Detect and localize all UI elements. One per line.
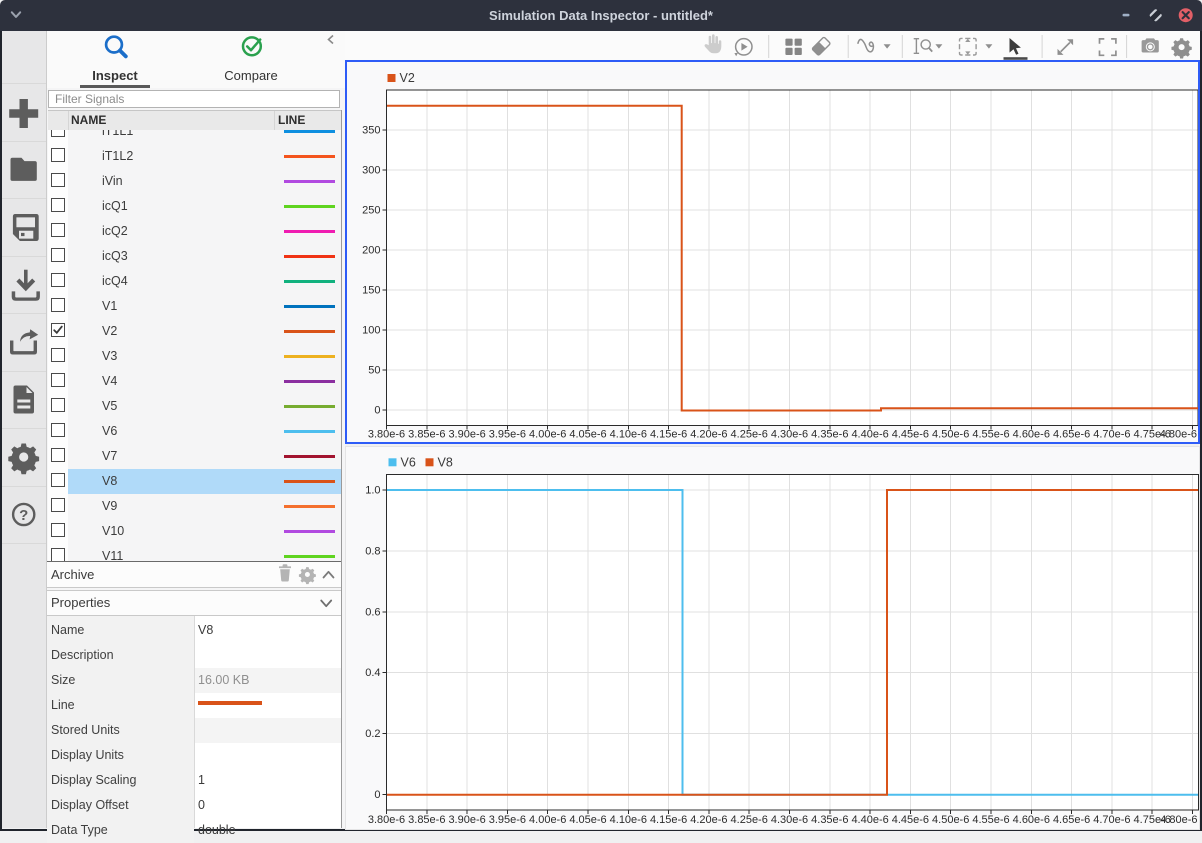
svg-text:4.05e-6: 4.05e-6 (569, 429, 606, 441)
svg-text:3.90e-6: 3.90e-6 (448, 429, 485, 441)
svg-text:V2: V2 (400, 71, 415, 85)
svg-text:4.15e-6: 4.15e-6 (650, 429, 687, 441)
svg-text:4.60e-6: 4.60e-6 (1013, 814, 1050, 826)
svg-text:300: 300 (362, 164, 380, 176)
svg-text:0.4: 0.4 (365, 667, 380, 679)
svg-text:3.95e-6: 3.95e-6 (489, 814, 526, 826)
svg-text:4.00e-6: 4.00e-6 (529, 429, 566, 441)
svg-text:4.60e-6: 4.60e-6 (1013, 429, 1050, 441)
svg-text:4.25e-6: 4.25e-6 (731, 429, 768, 441)
svg-text:4.65e-6: 4.65e-6 (1053, 814, 1090, 826)
svg-text:4.40e-6: 4.40e-6 (851, 814, 888, 826)
svg-text:?: ? (19, 507, 28, 524)
svg-text:V8: V8 (438, 455, 453, 469)
svg-text:0.8: 0.8 (365, 545, 380, 557)
svg-text:3.80e-6: 3.80e-6 (368, 814, 405, 826)
svg-text:V6: V6 (401, 455, 416, 469)
svg-text:4.35e-6: 4.35e-6 (811, 814, 848, 826)
svg-text:4.30e-6: 4.30e-6 (771, 429, 808, 441)
svg-text:250: 250 (362, 204, 380, 216)
svg-text:4.50e-6: 4.50e-6 (932, 429, 969, 441)
svg-text:4.55e-6: 4.55e-6 (972, 429, 1009, 441)
svg-text:350: 350 (362, 124, 380, 136)
svg-text:3.80e-6: 3.80e-6 (368, 429, 405, 441)
svg-text:50: 50 (368, 364, 380, 376)
svg-text:3.85e-6: 3.85e-6 (408, 429, 445, 441)
svg-text:1.0: 1.0 (365, 485, 380, 497)
svg-text:4.30e-6: 4.30e-6 (771, 814, 808, 826)
svg-text:4.45e-6: 4.45e-6 (892, 814, 929, 826)
svg-text:4.35e-6: 4.35e-6 (811, 429, 848, 441)
svg-text:4.65e-6: 4.65e-6 (1053, 429, 1090, 441)
svg-text:150: 150 (362, 284, 380, 296)
svg-text:4.70e-6: 4.70e-6 (1093, 814, 1130, 826)
svg-text:4.25e-6: 4.25e-6 (731, 814, 768, 826)
svg-text:3.85e-6: 3.85e-6 (408, 814, 445, 826)
svg-text:4.20e-6: 4.20e-6 (690, 814, 727, 826)
svg-text:100: 100 (362, 324, 380, 336)
svg-text:4.50e-6: 4.50e-6 (932, 814, 969, 826)
svg-text:0.2: 0.2 (365, 728, 380, 740)
svg-text:4.80e-6: 4.80e-6 (1160, 814, 1197, 826)
svg-text:0.6: 0.6 (365, 606, 380, 618)
svg-text:4.10e-6: 4.10e-6 (610, 429, 647, 441)
svg-text:200: 200 (362, 244, 380, 256)
svg-text:4.45e-6: 4.45e-6 (892, 429, 929, 441)
svg-text:4.55e-6: 4.55e-6 (972, 814, 1009, 826)
svg-text:3.95e-6: 3.95e-6 (489, 429, 526, 441)
svg-text:4.40e-6: 4.40e-6 (851, 429, 888, 441)
svg-text:4.15e-6: 4.15e-6 (650, 814, 687, 826)
svg-text:0: 0 (374, 404, 380, 416)
svg-text:4.00e-6: 4.00e-6 (529, 814, 566, 826)
svg-text:4.70e-6: 4.70e-6 (1093, 429, 1130, 441)
svg-text:4.10e-6: 4.10e-6 (610, 814, 647, 826)
svg-text:4.80e-6: 4.80e-6 (1160, 429, 1197, 441)
svg-text:4.20e-6: 4.20e-6 (690, 429, 727, 441)
svg-text:4.05e-6: 4.05e-6 (569, 814, 606, 826)
svg-text:3.90e-6: 3.90e-6 (448, 814, 485, 826)
svg-text:0: 0 (374, 789, 380, 801)
